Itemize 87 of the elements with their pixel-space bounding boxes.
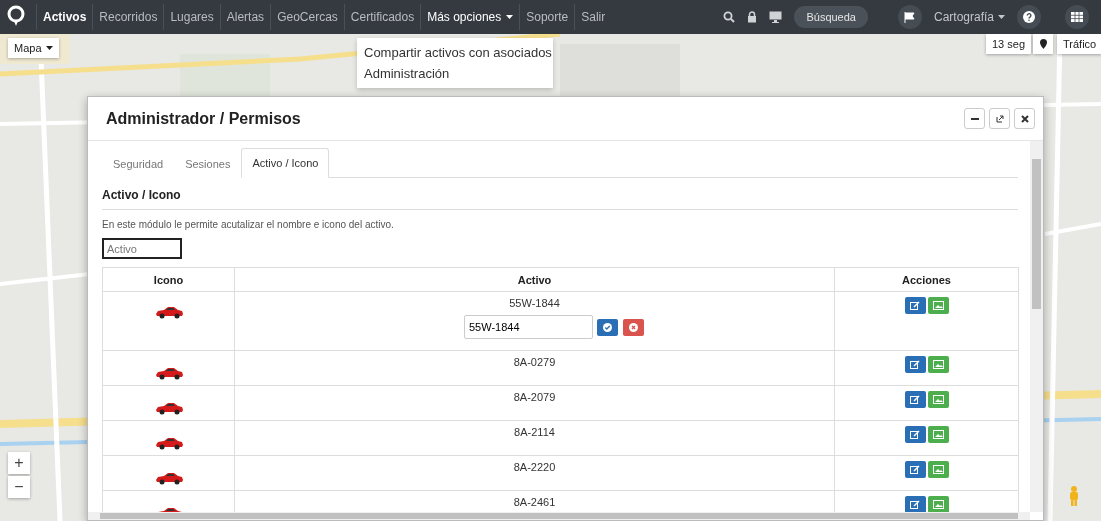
image-button[interactable] [927, 297, 949, 314]
image-icon [932, 430, 944, 439]
car-icon [153, 436, 184, 450]
asset-name: 8A-2220 [512, 461, 557, 473]
location-pin-icon [1039, 39, 1047, 49]
edit-button[interactable] [904, 391, 926, 408]
help-button[interactable] [1017, 5, 1041, 29]
car-icon [153, 366, 184, 380]
location-button[interactable] [1033, 34, 1053, 54]
asset-name: 8A-2114 [513, 426, 556, 438]
car-icon [153, 401, 184, 415]
column-header: Activo [234, 267, 835, 292]
horizontal-scrollbar[interactable] [88, 512, 1030, 520]
edit-button[interactable] [904, 356, 926, 373]
image-icon [932, 360, 944, 369]
image-icon [932, 465, 944, 474]
modal-title: Administrador / Permisos [106, 109, 302, 128]
nav-link[interactable]: Recorridos [92, 4, 164, 30]
edit-icon [910, 500, 920, 509]
zoom-out-button[interactable]: − [8, 476, 30, 498]
asset-name: 8A-2461 [512, 496, 557, 508]
nav-link[interactable]: Alertas [219, 4, 271, 30]
grid-menu-button[interactable] [1065, 5, 1089, 29]
edit-icon [910, 465, 920, 474]
nav-link[interactable]: Lugares [163, 4, 220, 30]
name-input[interactable]: 55W-1844 [464, 315, 593, 339]
menu-item[interactable]: Administración [357, 63, 553, 84]
description-text: En este módulo le permite acutalizar el nombre e icono del activo. [102, 219, 395, 230]
zoom-in-button[interactable]: + [8, 452, 30, 474]
popout-icon [995, 114, 1004, 123]
nav-link[interactable]: Certificados [343, 4, 421, 30]
flag-button[interactable] [897, 5, 922, 29]
edit-button[interactable] [904, 461, 926, 478]
close-icon [1020, 114, 1029, 123]
tab[interactable]: Activo / Icono [241, 148, 330, 178]
image-icon [932, 395, 944, 404]
image-button[interactable] [927, 496, 949, 512]
cancel-button[interactable] [623, 318, 644, 336]
image-icon [932, 301, 944, 310]
help-icon [1023, 11, 1035, 23]
asset-name: 8A-2079 [512, 391, 557, 403]
confirm-button[interactable] [597, 318, 618, 336]
nav-link[interactable]: Activos [36, 4, 93, 30]
nav-link[interactable]: Salir [574, 4, 612, 30]
traffic-button[interactable]: Tráfico [1057, 34, 1101, 54]
minimize-button[interactable] [964, 108, 985, 129]
filter-field[interactable]: Activo [102, 238, 182, 259]
image-button[interactable] [927, 426, 949, 443]
image-button[interactable] [927, 356, 949, 373]
edit-icon [910, 360, 920, 369]
car-icon [153, 471, 184, 485]
close-icon [629, 322, 638, 332]
menu-item[interactable]: Compartir activos con asociados [357, 42, 553, 63]
minimize-icon [970, 117, 979, 120]
lock-icon[interactable] [747, 11, 758, 23]
edit-icon [910, 395, 920, 404]
edit-icon [910, 301, 920, 310]
caret-icon [45, 46, 53, 50]
edit-button[interactable] [904, 496, 926, 512]
monitor-icon[interactable] [769, 11, 783, 23]
edit-icon [910, 430, 920, 439]
asset-name: 55W-1844 [508, 297, 561, 309]
section-title: Activo / Icono [102, 188, 1018, 210]
asset-name: 8A-0279 [512, 356, 557, 368]
map-type-button[interactable]: Mapa [8, 38, 59, 58]
grid-icon [1071, 12, 1083, 22]
image-button[interactable] [927, 461, 949, 478]
refresh-interval-button[interactable]: 13 seg [986, 34, 1032, 54]
nav-link[interactable]: GeoCercas [270, 4, 344, 30]
edit-button[interactable] [904, 426, 926, 443]
column-header: Acciones [834, 267, 1019, 292]
map-layer-menu[interactable]: Cartografía [933, 10, 1005, 24]
check-icon [603, 322, 612, 332]
search-icon[interactable] [723, 11, 736, 23]
column-header: Icono [102, 267, 235, 292]
search-button[interactable]: Búsqueda [794, 6, 868, 28]
vertical-scrollbar[interactable] [1030, 141, 1043, 512]
image-button[interactable] [927, 391, 949, 408]
image-icon [932, 500, 944, 509]
nav-link[interactable]: Más opciones [420, 4, 520, 30]
nav-link[interactable]: Soporte [519, 4, 575, 30]
edit-button[interactable] [904, 297, 926, 314]
flag-icon [904, 11, 916, 23]
car-icon [153, 305, 184, 319]
caret-icon [998, 15, 1005, 19]
person-icon [1068, 486, 1080, 506]
close-button[interactable] [1014, 108, 1035, 129]
